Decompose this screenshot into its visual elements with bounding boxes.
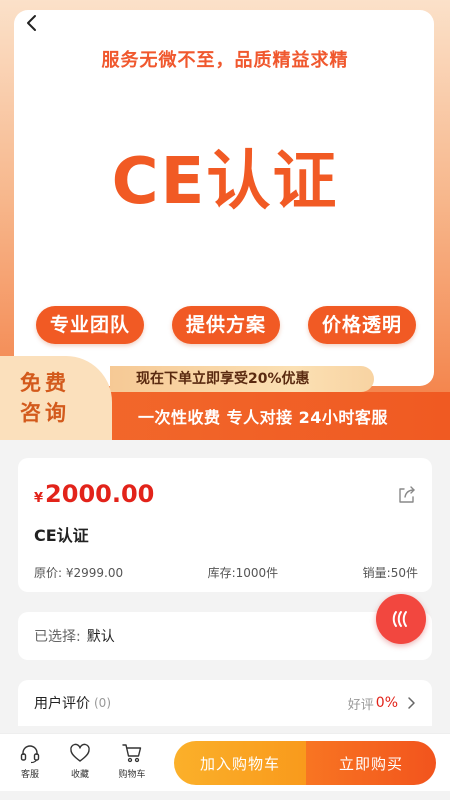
free-consult-badge: 免费 咨询	[0, 356, 112, 440]
add-to-cart-button[interactable]: 加入购物车	[174, 741, 306, 785]
banner-bottom-text: 一次性收费 专人对接 24小时客服	[138, 408, 388, 427]
tab-customer-service-label: 客服	[20, 770, 39, 780]
cart-icon	[122, 744, 142, 763]
reviews-count: (0)	[94, 696, 111, 710]
spec-select-value: 默认	[86, 629, 115, 645]
tab-favorite-label: 收藏	[70, 770, 89, 780]
spec-select-label: 已选择:	[34, 629, 81, 645]
spec-select-row[interactable]: 已选择: 默认	[18, 612, 432, 660]
reviews-rating: 好评 0%	[348, 694, 416, 713]
stock-count: 库存:1000件	[207, 566, 279, 580]
service-wave-icon	[392, 611, 407, 627]
reviews-row[interactable]: 用户评价 (0) 好评 0%	[18, 680, 432, 726]
back-button[interactable]	[20, 12, 42, 34]
tab-cart[interactable]: 购物车	[112, 742, 152, 780]
bottom-action-bar: 客服 收藏 购物车 加入购物车 立即购买	[0, 733, 450, 791]
sales-count: 销量:50件	[362, 566, 418, 580]
tab-cart-label: 购物车	[118, 770, 146, 780]
feature-pill-price: 价格透明	[307, 306, 416, 344]
tab-favorite[interactable]: 收藏	[60, 742, 100, 780]
floating-service-button[interactable]	[376, 594, 426, 644]
product-banner: 服务无微不至，品质精益求精 CE认证 专业团队 提供方案 价格透明 现在下单立即…	[0, 0, 450, 440]
share-button[interactable]	[396, 484, 418, 506]
share-icon	[399, 486, 415, 503]
chevron-right-icon	[408, 697, 415, 709]
product-price: ¥2000.00	[34, 480, 154, 508]
reviews-title: 用户评价	[34, 696, 90, 712]
discount-offer: 现在下单立即享受20%优惠	[110, 366, 374, 392]
chevron-left-icon	[27, 15, 36, 31]
product-name: CE认证	[34, 526, 89, 545]
feature-pill-team: 专业团队	[36, 306, 145, 344]
buy-now-button[interactable]: 立即购买	[306, 741, 436, 785]
price-amount: 2000.00	[45, 480, 155, 508]
badge-line-1: 免费	[20, 371, 70, 395]
feature-pill-plan: 提供方案	[171, 306, 280, 344]
product-info-card: ¥2000.00 CE认证 原价: ¥2999.00 库存:1000件 销量:5…	[18, 458, 432, 592]
heart-icon	[70, 743, 90, 762]
good-rate-label: 好评	[347, 697, 374, 713]
original-price: 原价: ¥2999.00	[34, 566, 124, 580]
price-currency: ¥	[34, 491, 44, 506]
feature-pills: 专业团队 提供方案 价格透明	[36, 306, 416, 344]
banner-slogan: 服务无微不至，品质精益求精	[101, 50, 349, 71]
badge-line-2: 咨询	[20, 401, 70, 425]
tab-customer-service[interactable]: 客服	[10, 742, 50, 780]
banner-title: CE认证	[111, 145, 339, 219]
good-rate-value: 0%	[375, 695, 398, 711]
headset-icon	[20, 745, 40, 764]
product-meta: 原价: ¥2999.00 库存:1000件 销量:50件	[34, 564, 418, 581]
